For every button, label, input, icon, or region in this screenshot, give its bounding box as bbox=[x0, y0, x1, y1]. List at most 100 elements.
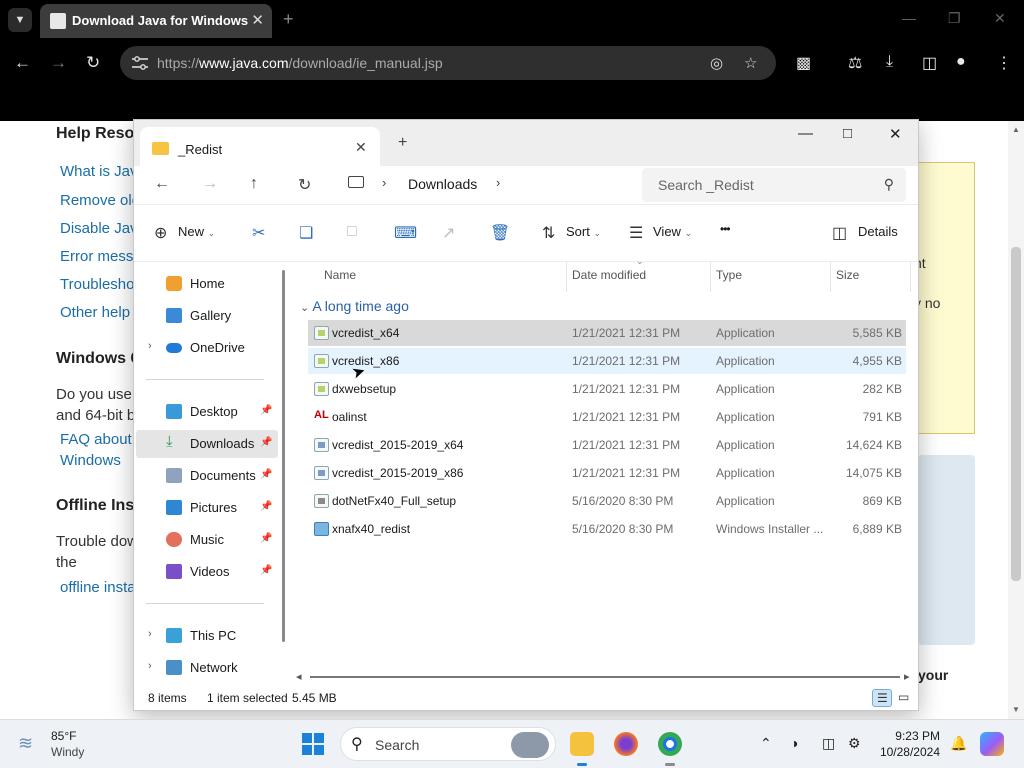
chevron-right-icon[interactable]: › bbox=[148, 628, 152, 640]
page-link-1[interactable]: What is Jav bbox=[60, 163, 138, 180]
notification-bell-icon[interactable]: 🔔 bbox=[950, 735, 967, 752]
new-tab-button[interactable]: + bbox=[398, 134, 407, 152]
sidebar-item-downloads[interactable]: ⤓ Downloads 📌 bbox=[136, 430, 278, 458]
details-button[interactable]: Details bbox=[858, 224, 898, 239]
pin-icon[interactable]: 📌 bbox=[260, 469, 272, 480]
horizontal-scrollbar[interactable] bbox=[310, 676, 900, 678]
sidebar-item-videos[interactable]: Videos 📌 bbox=[136, 558, 278, 586]
settings-gear-icon[interactable]: ⚙ bbox=[848, 735, 861, 752]
copy-icon[interactable]: ❏ bbox=[299, 223, 313, 243]
browser-tab-java[interactable]: Download Java for Windows ✕ bbox=[40, 4, 272, 38]
more-options-button[interactable]: ••• bbox=[720, 222, 731, 236]
new-button[interactable]: New ⌄ bbox=[178, 224, 215, 239]
profile-avatar-icon[interactable]: ● bbox=[956, 53, 966, 71]
cut-icon[interactable]: ✂ bbox=[252, 223, 265, 243]
chevron-right-icon[interactable]: › bbox=[496, 175, 500, 190]
sort-icon[interactable]: ⇅ bbox=[542, 223, 555, 243]
close-window-icon[interactable]: ✕ bbox=[889, 125, 902, 143]
weather-condition[interactable]: Windy bbox=[51, 745, 84, 759]
file-row[interactable]: xnafx40_redist 5/16/2020 8:30 PM Windows… bbox=[308, 516, 906, 542]
url-text[interactable]: https://www.java.com/download/ie_manual.… bbox=[157, 55, 443, 71]
forward-icon[interactable]: → bbox=[202, 175, 218, 193]
chevron-right-icon[interactable]: › bbox=[148, 660, 152, 672]
sort-button[interactable]: Sort ⌄ bbox=[566, 224, 601, 239]
faq-link[interactable]: FAQ about bbox=[60, 431, 132, 448]
paste-icon[interactable]: □ bbox=[347, 223, 357, 241]
minimize-icon[interactable]: — bbox=[902, 10, 916, 26]
page-link-4[interactable]: Error mess bbox=[60, 248, 133, 265]
page-scrollbar[interactable]: ▲ ▼ bbox=[1008, 121, 1024, 719]
file-row[interactable]: dxwebsetup 1/21/2021 12:31 PM Applicatio… bbox=[308, 376, 906, 402]
details-pane-icon[interactable]: ◫ bbox=[832, 223, 847, 243]
page-link-6[interactable]: Other help bbox=[60, 304, 130, 321]
search-input[interactable]: Search _Redist ⚲ bbox=[642, 168, 906, 202]
sidebar-item-pictures[interactable]: Pictures 📌 bbox=[136, 494, 278, 522]
browser-menu-icon[interactable]: ⋮ bbox=[996, 53, 1012, 73]
chevron-up-icon[interactable]: ⌃ bbox=[760, 735, 772, 752]
file-row[interactable]: vcredist_x64 1/21/2021 12:31 PM Applicat… bbox=[308, 320, 906, 346]
copilot-icon[interactable] bbox=[980, 732, 1004, 756]
plus-circle-icon[interactable]: ⊕ bbox=[154, 223, 167, 243]
download-icon[interactable]: ⤓ bbox=[886, 53, 893, 71]
maximize-icon[interactable]: □ bbox=[843, 125, 852, 142]
back-icon[interactable]: ← bbox=[14, 53, 31, 73]
column-divider[interactable] bbox=[830, 262, 831, 292]
column-divider[interactable] bbox=[566, 262, 567, 292]
up-icon[interactable]: ↑ bbox=[250, 175, 258, 193]
chrome-taskbar-icon[interactable] bbox=[658, 732, 682, 756]
rename-icon[interactable]: ⌨ bbox=[394, 223, 417, 243]
column-header-type[interactable]: Type bbox=[716, 268, 742, 282]
group-header[interactable]: ⌄ A long time ago bbox=[300, 298, 409, 314]
page-link-3[interactable]: Disable Jav bbox=[60, 220, 138, 237]
reload-icon[interactable]: ↻ bbox=[86, 53, 100, 73]
bookmark-star-icon[interactable]: ☆ bbox=[744, 54, 757, 72]
forward-icon[interactable]: → bbox=[50, 53, 67, 73]
sidebar-item-onedrive[interactable]: › OneDrive bbox=[136, 334, 278, 362]
close-tab-icon[interactable]: ✕ bbox=[251, 11, 264, 29]
sidebar-item-this-pc[interactable]: › This PC bbox=[136, 622, 278, 650]
weather-temperature[interactable]: 85°F bbox=[51, 729, 76, 743]
delete-icon[interactable]: 🗑 bbox=[490, 223, 510, 243]
explorer-tab[interactable]: _Redist ✕ bbox=[140, 127, 380, 166]
file-row[interactable]: AL oalinst 1/21/2021 12:31 PM Applicatio… bbox=[308, 404, 906, 430]
windy-weather-icon[interactable]: ≋ bbox=[18, 733, 33, 754]
view-button[interactable]: View ⌄ bbox=[653, 224, 692, 239]
tab-search-button[interactable]: ▼ bbox=[8, 8, 32, 32]
chevron-right-icon[interactable]: › bbox=[382, 175, 386, 190]
page-link-2[interactable]: Remove old bbox=[60, 192, 140, 209]
chevron-right-icon[interactable]: › bbox=[148, 340, 152, 352]
scroll-left-arrow-icon[interactable]: ◂ bbox=[296, 670, 302, 683]
sidebar-item-home[interactable]: Home bbox=[136, 270, 278, 298]
eye-off-icon[interactable]: ◎ bbox=[710, 54, 723, 72]
scroll-up-arrow-icon[interactable]: ▲ bbox=[1012, 125, 1020, 134]
page-link-5[interactable]: Troublesho bbox=[60, 276, 135, 293]
pin-icon[interactable]: 📌 bbox=[260, 437, 272, 448]
back-icon[interactable]: ← bbox=[154, 175, 170, 193]
start-button[interactable] bbox=[302, 733, 324, 755]
breadcrumb-downloads[interactable]: Downloads bbox=[408, 176, 477, 192]
scroll-right-arrow-icon[interactable]: ▸ bbox=[904, 670, 910, 683]
sidebar-item-gallery[interactable]: Gallery bbox=[136, 302, 278, 330]
pin-icon[interactable]: 📌 bbox=[260, 533, 272, 544]
scroll-down-arrow-icon[interactable]: ▼ bbox=[1012, 705, 1020, 714]
pin-icon[interactable]: 📌 bbox=[260, 565, 272, 576]
firefox-taskbar-icon[interactable] bbox=[614, 732, 638, 756]
file-row[interactable]: dotNetFx40_Full_setup 5/16/2020 8:30 PM … bbox=[308, 488, 906, 514]
minimize-icon[interactable]: — bbox=[798, 125, 813, 142]
file-row[interactable]: vcredist_x86 1/21/2021 12:31 PM Applicat… bbox=[308, 348, 906, 374]
view-list-icon[interactable]: ☰ bbox=[629, 223, 643, 243]
details-view-button[interactable]: ☰ bbox=[872, 689, 892, 707]
network-status-icon[interactable]: ◑ bbox=[790, 735, 798, 751]
share-icon[interactable]: ↗ bbox=[442, 223, 455, 243]
sidebar-item-desktop[interactable]: Desktop 📌 bbox=[136, 398, 278, 426]
clock-date[interactable]: 10/28/2024 bbox=[872, 745, 940, 759]
column-header-size[interactable]: Size bbox=[836, 268, 859, 282]
sidebar-item-music[interactable]: Music 📌 bbox=[136, 526, 278, 554]
page-scroll-thumb[interactable] bbox=[1011, 247, 1021, 581]
display-icon[interactable]: ◫ bbox=[822, 735, 835, 752]
file-row[interactable]: vcredist_2015-2019_x86 1/21/2021 12:31 P… bbox=[308, 460, 906, 486]
navigation-pane-scrollbar[interactable] bbox=[282, 270, 285, 642]
faq-link-windows[interactable]: Windows bbox=[60, 452, 121, 469]
tiles-view-button[interactable]: ▭ bbox=[894, 689, 914, 707]
close-tab-icon[interactable]: ✕ bbox=[355, 139, 367, 156]
